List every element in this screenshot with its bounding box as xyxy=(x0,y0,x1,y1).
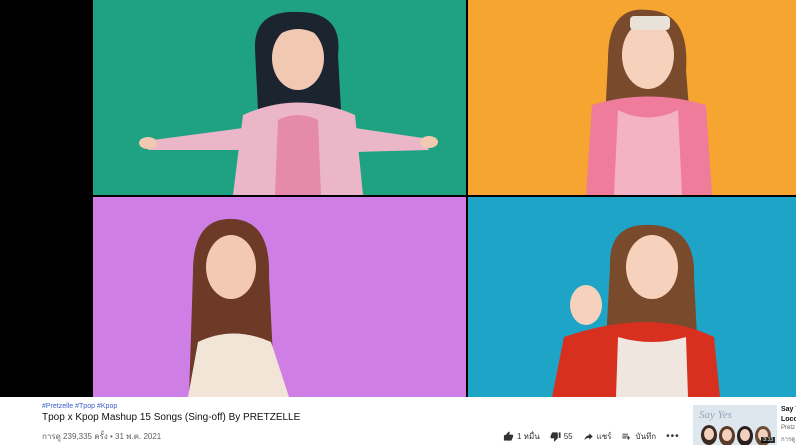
action-bar: 1 หมื่น 55 แชร์ บันทึก ••• xyxy=(503,429,680,443)
hashtag-link[interactable]: #Tpop xyxy=(75,403,95,410)
hashtag-link[interactable]: #Pretzelle xyxy=(42,403,73,410)
video-frame-pink-panel xyxy=(93,197,466,397)
video-title: Tpop x Kpop Mashup 15 Songs (Sing-off) B… xyxy=(42,412,301,423)
save-label: บันทึก xyxy=(635,431,657,441)
share-arrow-icon xyxy=(583,432,593,440)
dislike-count: 55 xyxy=(563,431,573,441)
like-button[interactable]: 1 หมื่น xyxy=(503,430,540,443)
hashtags: #Pretzelle #Tpop #Kpop xyxy=(42,403,119,410)
meta-separator: • xyxy=(109,432,113,441)
video-player[interactable] xyxy=(0,0,796,397)
upload-date: 31 พ.ค. 2021 xyxy=(115,432,162,441)
more-actions-button[interactable]: ••• xyxy=(666,431,680,442)
up-next-item[interactable]: Say Yes 3:33 Say Y Loco Pretz การดู xyxy=(693,405,796,445)
up-next-title[interactable]: Say Y Loco xyxy=(781,405,796,425)
like-count: 1 หมื่น xyxy=(517,431,540,441)
video-frame-green-panel xyxy=(93,0,466,195)
hashtag-link[interactable]: #Kpop xyxy=(97,403,117,410)
thumbs-up-icon xyxy=(503,430,514,441)
dislike-button[interactable]: 55 xyxy=(550,431,573,442)
video-meta: การดู 239,335 ครั้ง • 31 พ.ค. 2021 xyxy=(42,430,161,443)
up-next-views: การดู xyxy=(781,437,796,443)
view-count: การดู 239,335 ครั้ง xyxy=(42,432,108,441)
up-next-thumbnail[interactable]: Say Yes 3:33 xyxy=(693,405,777,445)
thumbs-down-icon xyxy=(550,431,561,442)
up-next-title-line: Say Y xyxy=(781,406,796,413)
share-label: แชร์ xyxy=(596,431,612,441)
video-info: #Pretzelle #Tpop #Kpop Tpop x Kpop Mashup … xyxy=(0,397,796,448)
save-button[interactable]: บันทึก xyxy=(621,430,656,443)
duration-badge: 3:33 xyxy=(761,437,775,443)
thumbnail-text: Say Yes xyxy=(699,409,732,421)
video-frame-blue-panel xyxy=(468,197,796,397)
up-next-channel: Pretz xyxy=(781,425,796,431)
up-next-title-line: Loco xyxy=(781,416,796,423)
share-button[interactable]: แชร์ xyxy=(583,430,612,443)
playlist-add-icon xyxy=(622,433,631,440)
video-frame-orange-panel xyxy=(468,0,796,195)
